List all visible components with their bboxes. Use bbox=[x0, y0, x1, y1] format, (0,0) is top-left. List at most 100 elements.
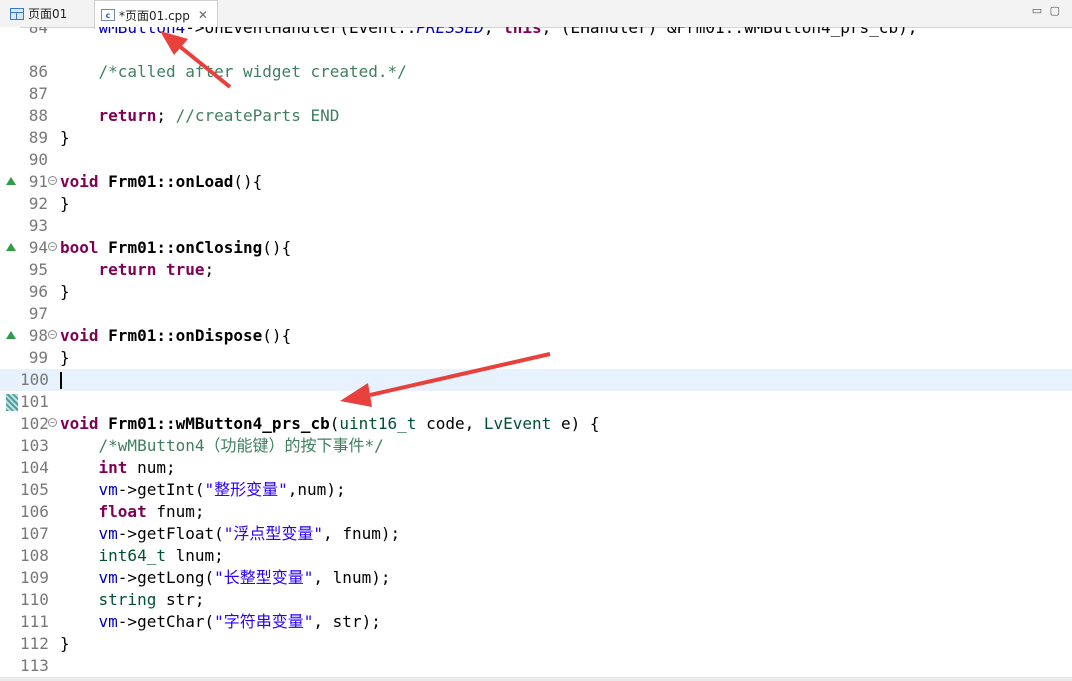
code-text: void Frm01::wMButton4_prs_cb(uint16_t co… bbox=[60, 413, 599, 435]
code-text: int64_t lnum; bbox=[60, 545, 224, 567]
code-line[interactable]: 94− bool Frm01::onClosing(){ bbox=[0, 237, 1072, 259]
code-token: uint16_t bbox=[339, 414, 417, 433]
line-number: 96 bbox=[28, 282, 48, 301]
code-line[interactable]: 97 bbox=[0, 303, 1072, 325]
code-token: vm bbox=[98, 524, 118, 543]
code-token: Frm01::onLoad bbox=[108, 172, 234, 191]
code-token: , (EHandler) &Frm01::wMButton4_prs_cb); bbox=[541, 27, 918, 37]
code-token: bool bbox=[60, 238, 99, 257]
code-line[interactable]: 102− void Frm01::wMButton4_prs_cb(uint16_… bbox=[0, 413, 1072, 435]
code-token: (){ bbox=[262, 238, 292, 257]
code-line[interactable]: 86 /*called after widget created.*/ bbox=[0, 61, 1072, 83]
code-line[interactable]: 110 string str; bbox=[0, 589, 1072, 611]
code-line[interactable]: 111 vm->getChar("字符串变量", str); bbox=[0, 611, 1072, 633]
code-token: /*wMButton4（功能键）的按下事件*/ bbox=[98, 436, 384, 455]
tab-form-page[interactable]: 页面01 bbox=[4, 0, 96, 27]
code-token: "整形变量" bbox=[204, 480, 288, 499]
code-line[interactable]: 88 return; //createParts END bbox=[0, 105, 1072, 127]
line-number: 101 bbox=[20, 392, 49, 411]
line-number: 111 bbox=[20, 612, 49, 631]
close-icon[interactable]: ✕ bbox=[198, 8, 208, 22]
code-token: } bbox=[60, 128, 70, 147]
code-token: return bbox=[98, 106, 157, 125]
code-editor[interactable]: 84 wMButton4->onEventHandler(Event::PRES… bbox=[0, 27, 1072, 681]
code-line[interactable]: 103 /*wMButton4（功能键）的按下事件*/ bbox=[0, 435, 1072, 457]
line-number: 113 bbox=[20, 656, 49, 675]
code-line[interactable]: 96} bbox=[0, 281, 1072, 303]
code-token: (){ bbox=[233, 172, 263, 191]
code-line[interactable]: 93 bbox=[0, 215, 1072, 237]
code-text: } bbox=[60, 193, 70, 215]
code-token: } bbox=[60, 282, 70, 301]
code-text: vm->getChar("字符串变量", str); bbox=[60, 611, 381, 633]
fold-toggle-icon[interactable]: − bbox=[48, 242, 57, 251]
code-line[interactable]: 100 bbox=[0, 369, 1072, 391]
code-token: , bbox=[483, 27, 504, 37]
code-line[interactable]: 106 float fnum; bbox=[0, 501, 1072, 523]
code-token: Frm01::onDispose bbox=[108, 326, 263, 345]
code-line[interactable]: 108 int64_t lnum; bbox=[0, 545, 1072, 567]
fold-toggle-icon[interactable]: − bbox=[48, 418, 57, 427]
code-token: vm bbox=[98, 612, 118, 631]
code-line[interactable]: 91− void Frm01::onLoad(){ bbox=[0, 171, 1072, 193]
code-line[interactable]: 109 vm->getLong("长整型变量", lnum); bbox=[0, 567, 1072, 589]
code-line[interactable]: 89} bbox=[0, 127, 1072, 149]
code-text: return; //createParts END bbox=[60, 105, 340, 127]
code-line[interactable]: 95 return true; bbox=[0, 259, 1072, 281]
code-token: ->getChar( bbox=[117, 612, 215, 631]
code-line[interactable]: 99} bbox=[0, 347, 1072, 369]
code-text: vm->getFloat("浮点型变量", fnum); bbox=[60, 523, 401, 545]
fold-toggle-icon[interactable]: − bbox=[48, 176, 57, 185]
code-line[interactable]: 84 wMButton4->onEventHandler(Event::PRES… bbox=[0, 27, 1072, 39]
window-controls[interactable]: ▭ ▢ bbox=[1032, 4, 1062, 17]
override-marker-icon[interactable] bbox=[6, 177, 16, 185]
code-token: "浮点型变量" bbox=[223, 524, 324, 543]
line-number: 93 bbox=[28, 216, 48, 235]
code-text: float fnum; bbox=[60, 501, 205, 523]
code-text: vm->getInt("整形变量",num); bbox=[60, 479, 346, 501]
line-number: 104 bbox=[20, 458, 49, 477]
code-text: int num; bbox=[60, 457, 176, 479]
code-token: } bbox=[60, 194, 70, 213]
code-text: /*called after widget created.*/ bbox=[60, 61, 407, 83]
line-number: 105 bbox=[20, 480, 49, 499]
code-text: wMButton4->onEventHandler(Event::PRESSED… bbox=[60, 27, 918, 39]
code-line[interactable]: 92} bbox=[0, 193, 1072, 215]
code-text: /*wMButton4（功能键）的按下事件*/ bbox=[60, 435, 384, 457]
line-number: 84 bbox=[28, 27, 48, 37]
code-line[interactable]: 90 bbox=[0, 149, 1072, 171]
code-token: true bbox=[165, 260, 205, 279]
code-line[interactable]: 112} bbox=[0, 633, 1072, 655]
code-token: lnum; bbox=[165, 546, 224, 565]
code-line[interactable]: 98− void Frm01::onDispose(){ bbox=[0, 325, 1072, 347]
override-marker-icon[interactable] bbox=[6, 331, 16, 339]
code-line[interactable]: 105 vm->getInt("整形变量",num); bbox=[0, 479, 1072, 501]
code-line[interactable]: 107 vm->getFloat("浮点型变量", fnum); bbox=[0, 523, 1072, 545]
code-line[interactable]: 113 bbox=[0, 655, 1072, 677]
code-token: code, bbox=[416, 414, 484, 433]
line-number: 103 bbox=[20, 436, 49, 455]
code-token: void bbox=[60, 326, 99, 345]
code-token: ( bbox=[329, 414, 340, 433]
tab-cpp-file[interactable]: c *页面01.cpp ✕ bbox=[94, 0, 218, 29]
override-marker-icon[interactable] bbox=[6, 243, 16, 251]
horizontal-scrollbar[interactable] bbox=[0, 677, 1072, 681]
code-token: return bbox=[98, 260, 157, 279]
code-line[interactable]: 101 bbox=[0, 391, 1072, 413]
code-token: (){ bbox=[262, 326, 292, 345]
line-number: 90 bbox=[28, 150, 48, 169]
code-line[interactable]: 104 int num; bbox=[0, 457, 1072, 479]
code-token: "字符串变量" bbox=[214, 612, 314, 631]
code-line[interactable]: 87 bbox=[0, 83, 1072, 105]
fold-toggle-icon[interactable]: − bbox=[48, 330, 57, 339]
